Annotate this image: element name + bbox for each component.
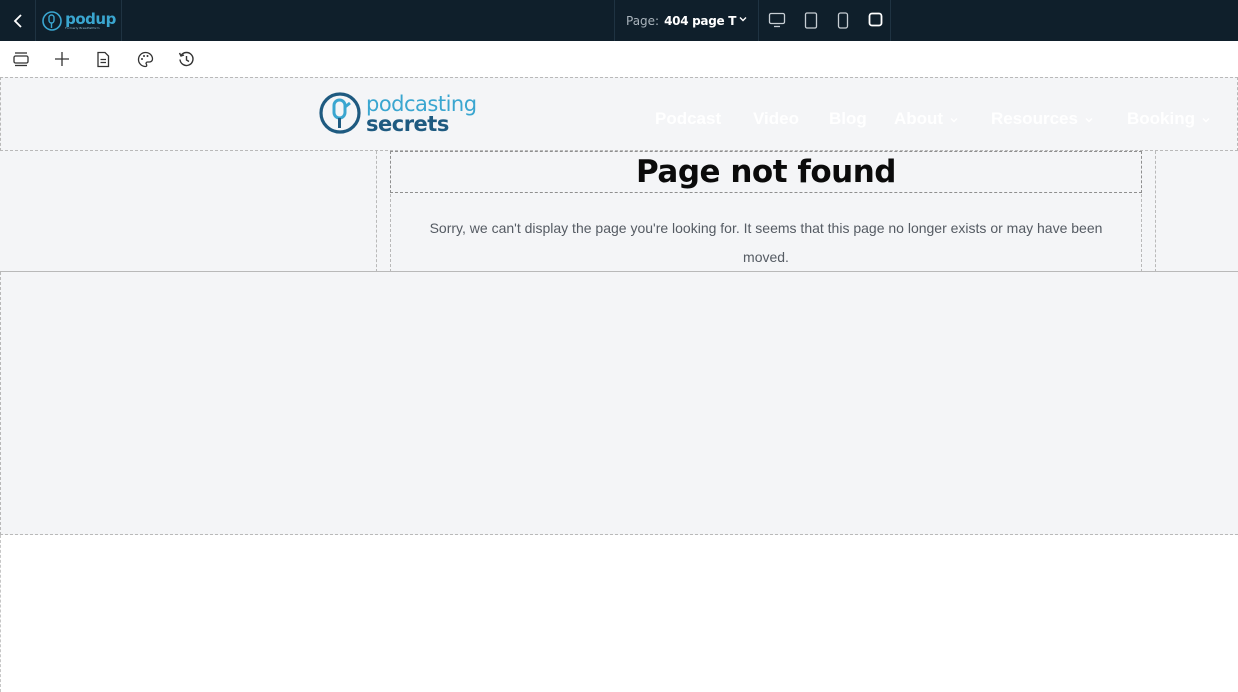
nav-about[interactable]: About [894, 109, 959, 129]
add-icon [55, 52, 69, 66]
editor-topbar: podup Formerly BrewPlatform Page: 404 pa… [0, 0, 1238, 41]
fullscreen-icon [868, 12, 882, 26]
editor-toolbar [0, 41, 1238, 77]
chevron-down-icon [950, 117, 958, 123]
not-found-message: Sorry, we can't display the page you're … [429, 220, 1103, 265]
theme-button[interactable] [135, 49, 155, 69]
chevron-down-icon [1202, 117, 1210, 123]
history-button[interactable] [176, 49, 196, 69]
nav-resources-label: Resources [991, 109, 1078, 128]
mobile-view-button[interactable] [833, 10, 853, 30]
mobile-icon [837, 11, 849, 29]
fullscreen-view-button[interactable] [865, 9, 885, 29]
tablet-icon [804, 11, 818, 29]
chevron-left-icon [13, 13, 22, 28]
layers-icon [13, 52, 29, 67]
podup-logo-icon [42, 10, 62, 31]
canvas-edge [0, 535, 1, 692]
chevron-down-icon [1085, 117, 1093, 123]
text-block[interactable]: Sorry, we can't display the page you're … [390, 194, 1142, 272]
tablet-view-button[interactable] [801, 10, 821, 30]
nav-podcast[interactable]: Podcast [655, 109, 721, 129]
desktop-icon [768, 12, 786, 28]
nav-booking-label: Booking [1127, 109, 1195, 128]
add-element-button[interactable] [52, 49, 72, 69]
microphone-logo-icon [319, 92, 361, 134]
layers-button[interactable] [11, 49, 31, 69]
nav-booking[interactable]: Booking [1127, 109, 1211, 129]
page-canvas: podcasting secrets Podcast Video Blog Ab… [0, 77, 1238, 692]
pages-button[interactable] [93, 49, 113, 69]
nav-blog[interactable]: Blog [829, 109, 867, 129]
chevron-down-icon [739, 17, 747, 22]
device-switcher [759, 0, 891, 41]
nav-resources[interactable]: Resources [991, 109, 1094, 129]
empty-section[interactable] [0, 272, 1238, 535]
app-logo[interactable]: podup Formerly BrewPlatform [35, 0, 122, 41]
logo-text: podup [65, 9, 116, 28]
logo-tagline: Formerly BrewPlatform [65, 25, 100, 30]
back-button[interactable] [0, 0, 35, 41]
nav-video[interactable]: Video [753, 109, 799, 129]
not-found-section[interactable]: Page not found Sorry, we can't display t… [0, 151, 1238, 272]
page-title: Page not found [636, 154, 896, 190]
page-select-label: Page: [626, 13, 660, 28]
page-icon [97, 51, 110, 67]
nav-about-label: About [894, 109, 944, 128]
desktop-view-button[interactable] [767, 10, 787, 30]
site-header[interactable]: podcasting secrets Podcast Video Blog Ab… [0, 77, 1238, 151]
history-icon [178, 51, 194, 66]
palette-icon [137, 51, 153, 67]
page-select[interactable]: Page: 404 page T [614, 0, 759, 41]
brand-line-2: secrets [366, 112, 449, 136]
page-select-value: 404 page T [664, 13, 737, 28]
site-logo[interactable]: podcasting secrets [319, 90, 499, 138]
heading-block[interactable]: Page not found [390, 151, 1142, 193]
